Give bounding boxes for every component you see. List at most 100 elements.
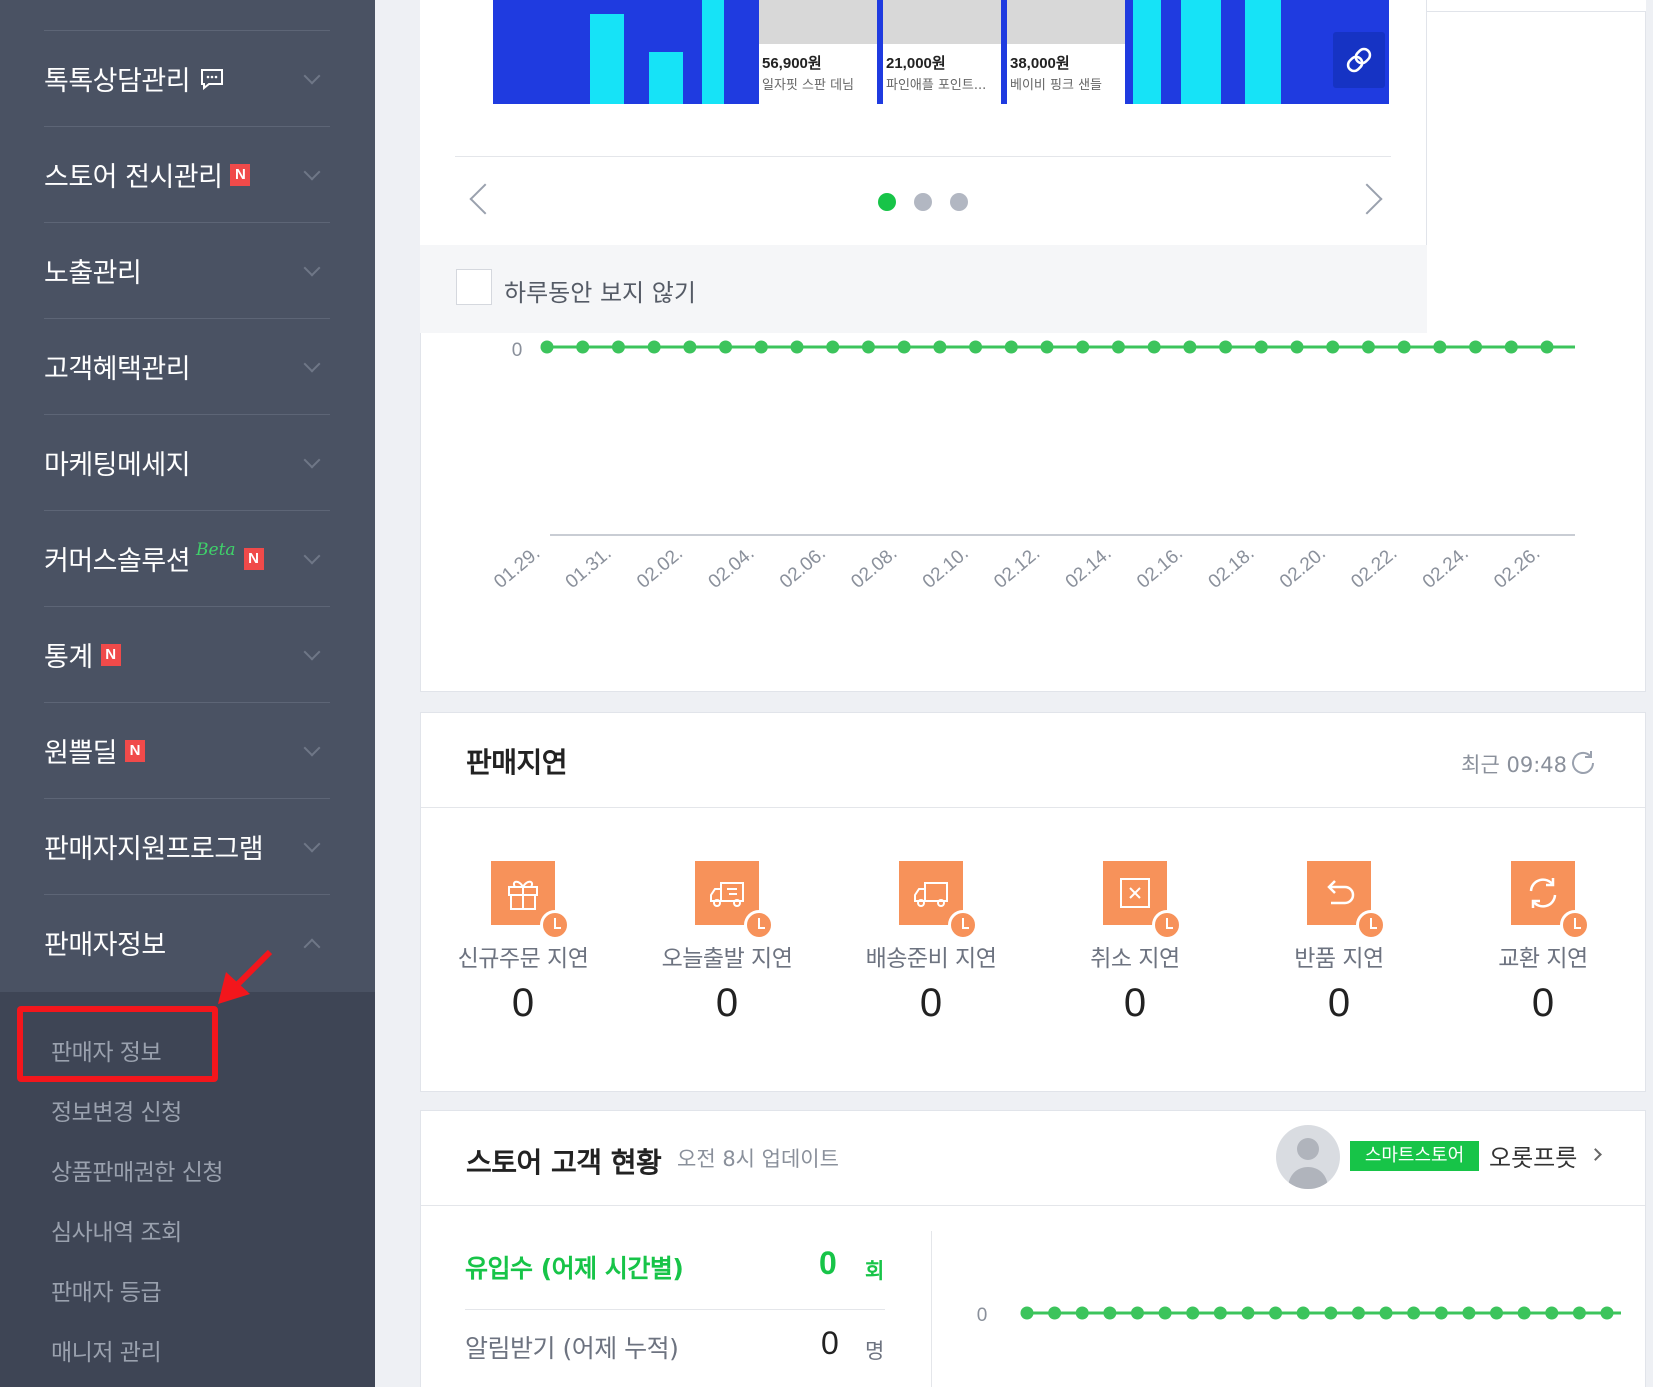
product-price: 21,000원 <box>886 55 946 72</box>
carousel-dot-active[interactable] <box>878 193 896 211</box>
x-tick-label: 02.22. <box>1347 543 1401 593</box>
store-customer-card: 스토어 고객 현황 오전 8시 업데이트 스마트스토어 오롯프릇 유입수 (어제… <box>420 1110 1646 1387</box>
sidebar-item-seller-support[interactable]: 판매자지원프로그램 <box>44 798 330 894</box>
sidebar-item-customer-benefit[interactable]: 고객혜택관리 <box>44 318 330 414</box>
promo-banner[interactable]: 56,900원 일자핏 스판 데님 21,000원 파인애플 포인트... 38… <box>493 0 1389 104</box>
data-point <box>1397 340 1411 354</box>
chevron-down-icon <box>303 355 321 372</box>
submenu-item-manager-management[interactable]: 매니저 관리 <box>51 1333 162 1367</box>
divider <box>931 1231 932 1387</box>
inflow-value: 0 <box>819 1245 837 1281</box>
clock-icon <box>1356 910 1386 940</box>
dont-show-today-checkbox[interactable] <box>456 269 492 305</box>
banner-bar-decoration <box>649 52 683 104</box>
x-tick-label: 02.26. <box>1490 543 1544 593</box>
store-name-link[interactable]: 오롯프릇 <box>1489 1138 1577 1173</box>
chevron-down-icon <box>303 451 321 468</box>
data-point <box>1213 1306 1227 1320</box>
data-point <box>611 340 625 354</box>
clock-icon <box>948 910 978 940</box>
fast-truck-icon <box>695 861 774 940</box>
data-point <box>1111 340 1125 354</box>
data-point <box>897 340 911 354</box>
delay-label: 반품 지연 <box>1294 946 1384 972</box>
sidebar-item-one-plus-deal[interactable]: 원쁠딜 N <box>44 702 330 798</box>
delay-item-shipping-prep[interactable]: 배송준비 지연 0 <box>841 861 1021 1026</box>
data-point <box>1048 1306 1062 1320</box>
submenu-item-review-history[interactable]: 심사내역 조회 <box>51 1213 182 1247</box>
sidebar-item-exposure[interactable]: 노출관리 <box>44 222 330 318</box>
product-price: 38,000원 <box>1010 55 1070 72</box>
card-title: 스토어 고객 현황 <box>466 1146 662 1179</box>
chevron-up-icon <box>303 938 321 955</box>
sidebar-item-label: 노출관리 <box>44 258 142 289</box>
product-name: 베이비 핑크 샌들 <box>1010 78 1102 93</box>
chevron-down-icon <box>303 643 321 660</box>
data-point <box>826 340 840 354</box>
carousel-dot[interactable] <box>914 193 932 211</box>
submenu-item-info-change-request[interactable]: 정보변경 신청 <box>51 1093 182 1127</box>
inflow-line-chart: 0 <box>977 1305 1621 1326</box>
divider <box>455 156 1391 157</box>
delay-item-new-order[interactable]: 신규주문 지연 0 <box>433 861 613 1026</box>
carousel-next-arrow-icon[interactable] <box>1351 183 1383 215</box>
carousel-dot[interactable] <box>950 193 968 211</box>
sidebar-item-commerce-solution[interactable]: 커머스솔루션 Beta N <box>44 510 330 606</box>
product-name: 일자핏 스판 데님 <box>762 78 854 93</box>
dont-show-today-label[interactable]: 하루동안 보지 않기 <box>504 273 696 308</box>
cancel-box-icon <box>1103 861 1182 940</box>
sidebar-item-label: 판매자정보 <box>44 930 166 961</box>
submenu-item-sales-permission-request[interactable]: 상품판매권한 신청 <box>51 1153 224 1187</box>
data-point <box>1269 1306 1283 1320</box>
banner-bar-decoration <box>1133 0 1161 104</box>
sales-delay-card: 판매지연 최근 09:48 신규주문 지연 0 오늘출발 지연 0 배송준비 지… <box>420 712 1646 1092</box>
sidebar-item-statistics[interactable]: 통계 N <box>44 606 330 702</box>
product-card[interactable]: 38,000원 베이비 핑크 샌들 <box>1007 0 1125 104</box>
delay-item-return[interactable]: 반품 지연 0 <box>1249 861 1429 1026</box>
sidebar-item-label: 판매자지원프로그램 <box>44 834 264 865</box>
banner-bar-decoration <box>1181 0 1221 104</box>
chevron-down-icon <box>303 739 321 756</box>
delay-item-today-dispatch[interactable]: 오늘출발 지연 0 <box>637 861 817 1026</box>
data-point <box>1540 340 1554 354</box>
x-tick-label: 02.14. <box>1062 543 1116 593</box>
sidebar-item-label: 통계 <box>44 642 93 673</box>
sidebar-item-label: 톡톡상담관리 <box>44 66 191 97</box>
new-badge: N <box>230 163 251 186</box>
product-card[interactable]: 56,900원 일자핏 스판 데님 <box>759 0 877 104</box>
carousel-prev-arrow-icon[interactable] <box>469 183 501 215</box>
data-point <box>1351 1306 1365 1320</box>
last-updated-time: 최근 09:48 <box>1461 753 1567 777</box>
highlight-box <box>17 1006 218 1082</box>
delay-item-cancel[interactable]: 취소 지연 0 <box>1045 861 1225 1026</box>
sidebar-item-talk[interactable]: 톡톡상담관리 <box>44 30 330 126</box>
smartstore-tag: 스마트스토어 <box>1350 1141 1479 1171</box>
link-button[interactable] <box>1333 32 1385 88</box>
banner-bar-decoration <box>590 14 624 104</box>
sidebar-menu: 톡톡상담관리 스토어 전시관리 N 노출관리 고객혜택관리 마케팅메세지 커머스… <box>44 30 330 990</box>
data-point <box>576 340 590 354</box>
refresh-icon[interactable] <box>1569 749 1597 777</box>
delay-item-exchange[interactable]: 교환 지연 0 <box>1453 861 1633 1026</box>
product-card[interactable]: 21,000원 파인애플 포인트... <box>883 0 1001 104</box>
new-badge: N <box>125 739 146 762</box>
sidebar-item-marketing-message[interactable]: 마케팅메세지 <box>44 414 330 510</box>
y-tick-label: 0 <box>977 1305 988 1326</box>
data-point <box>1147 340 1161 354</box>
data-point <box>933 340 947 354</box>
x-tick-label: 02.10. <box>919 543 973 593</box>
card-edge <box>1427 0 1646 12</box>
sidebar-item-seller-info[interactable]: 판매자정보 <box>44 894 330 990</box>
chat-icon <box>201 68 224 90</box>
divider <box>421 1205 1645 1206</box>
notify-unit: 명 <box>865 1339 885 1363</box>
y-tick-label: 0 <box>512 340 523 361</box>
data-point <box>1040 340 1054 354</box>
sidebar-item-label: 커머스솔루션 <box>44 546 191 577</box>
inflow-unit: 회 <box>865 1259 885 1283</box>
submenu-item-seller-grade[interactable]: 판매자 등급 <box>51 1273 162 1307</box>
sidebar-item-store-display[interactable]: 스토어 전시관리 N <box>44 126 330 222</box>
chevron-right-icon[interactable] <box>1589 1148 1602 1161</box>
data-point <box>1462 1306 1476 1320</box>
sidebar-item-label: 고객혜택관리 <box>44 354 191 385</box>
